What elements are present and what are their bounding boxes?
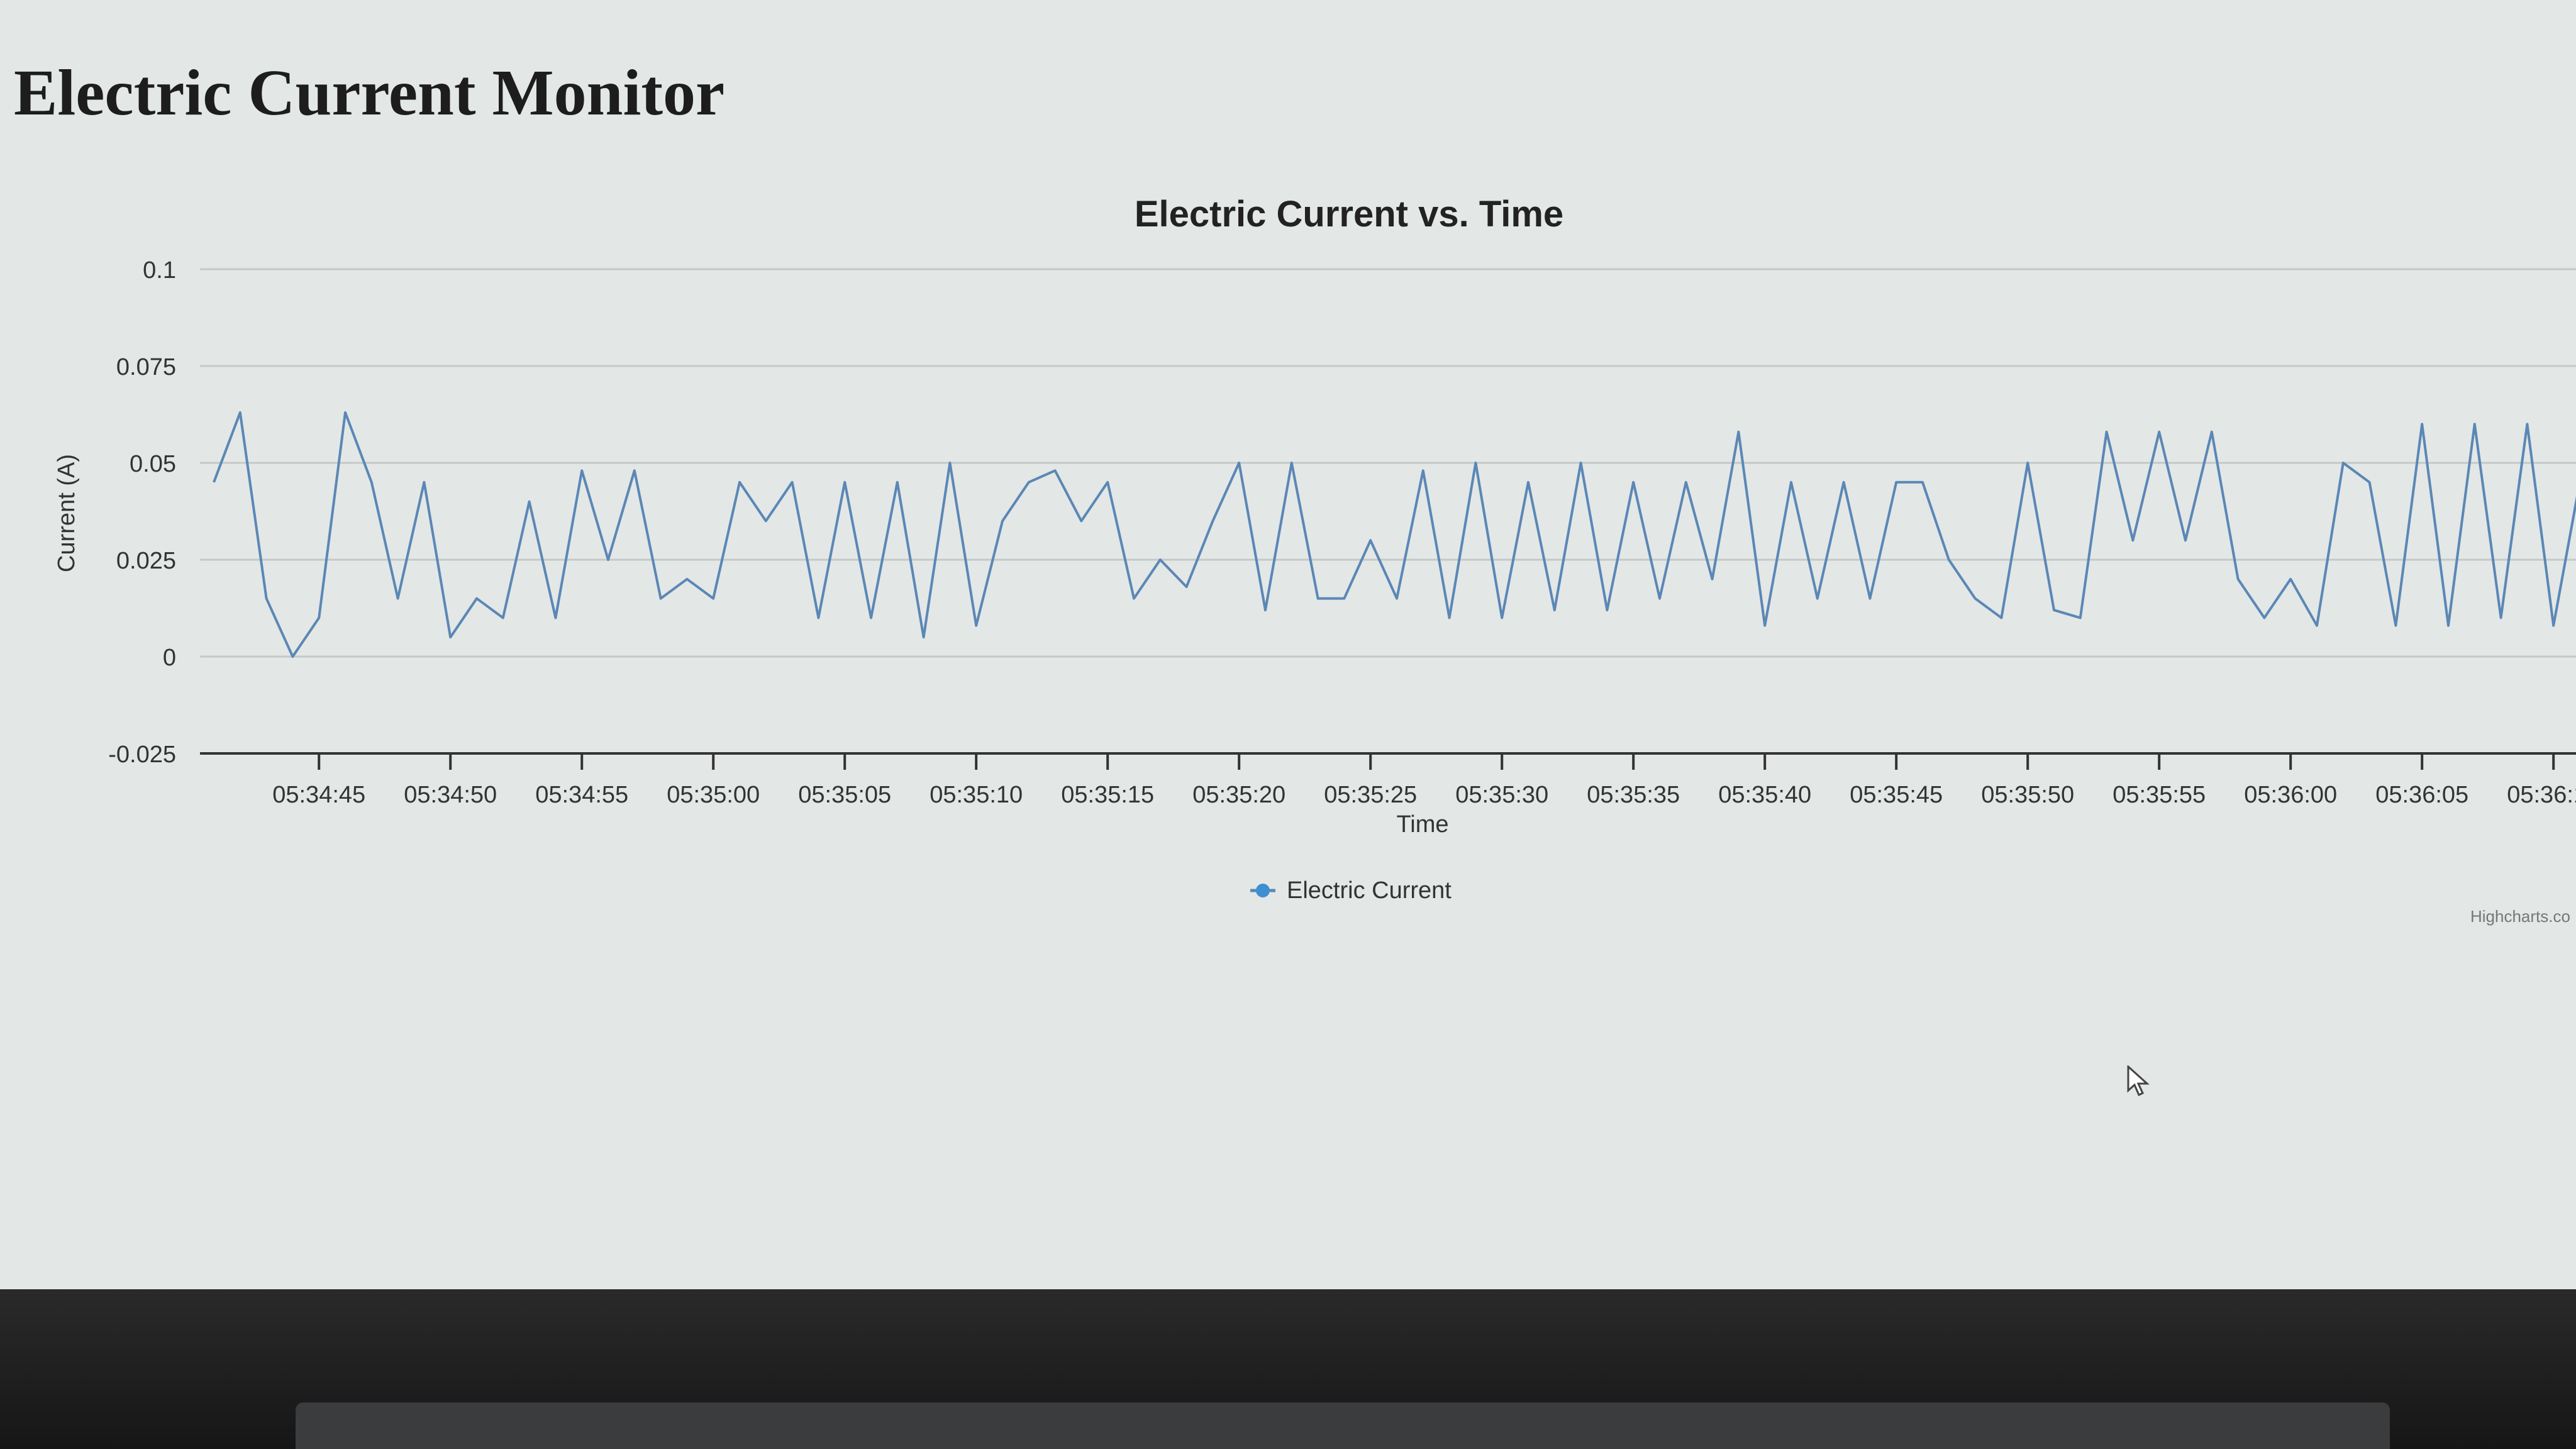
- y-axis-ticks: -0.025 0 0.025 0.05 0.075 0.1: [108, 257, 176, 768]
- x-tick-label: 05:34:50: [404, 782, 497, 808]
- x-tick-label: 05:36:00: [2244, 782, 2337, 808]
- x-tick-label: 05:35:20: [1192, 782, 1285, 808]
- x-tick-label: 05:35:25: [1324, 782, 1417, 808]
- x-tick-label: 05:34:45: [272, 782, 365, 808]
- y-axis-title: Current (A): [53, 454, 80, 572]
- y-tick-label: 0: [163, 645, 176, 671]
- y-tick-label: 0.025: [116, 548, 176, 574]
- y-tick-label: 0.1: [143, 257, 176, 284]
- series-electric-current[interactable]: [213, 411, 2576, 658]
- legend-marker: [1256, 884, 1270, 897]
- x-tick-label: 05:36:10: [2507, 782, 2576, 808]
- y-tick-label: 0.075: [116, 354, 176, 380]
- x-tick-label: 05:35:55: [2112, 782, 2206, 808]
- x-tick-label: 05:35:45: [1850, 782, 1943, 808]
- x-tick-label: 05:36:05: [2375, 782, 2468, 808]
- line-chart: Electric Current vs. Time -0.025 0 0.025 0.…: [53, 194, 2576, 926]
- y-tick-label: -0.025: [108, 741, 176, 768]
- x-axis: 05:34:45 05:34:50 05:34:55 05:35:00 05:35:05…: [272, 753, 2576, 808]
- x-tick-label: 05:35:50: [1981, 782, 2074, 808]
- x-tick-label: 05:35:00: [667, 782, 760, 808]
- x-tick-label: 05:35:15: [1061, 782, 1154, 808]
- keyboard-edge: [296, 1402, 2390, 1449]
- x-tick-label: 05:35:40: [1718, 782, 1811, 808]
- legend-item-electric-current[interactable]: Electric Current: [1287, 877, 1452, 904]
- grid-lines: [200, 268, 2576, 755]
- x-tick-label: 05:35:05: [798, 782, 891, 808]
- x-tick-label: 05:35:10: [930, 782, 1023, 808]
- x-axis-title: Time: [1396, 811, 1448, 838]
- series-line: [213, 411, 2576, 658]
- x-tick-label: 05:35:30: [1455, 782, 1548, 808]
- y-tick-label: 0.05: [130, 451, 176, 477]
- legend[interactable]: Electric Current: [1250, 877, 1452, 904]
- screen: Electric Current Monitor Electric Curren…: [0, 0, 2576, 1289]
- chart-title: Electric Current vs. Time: [1135, 194, 1563, 235]
- x-tick-label: 05:35:35: [1587, 782, 1680, 808]
- mouse-cursor-icon: [2127, 1065, 2150, 1097]
- x-tick-label: 05:34:55: [535, 782, 628, 808]
- credits-link[interactable]: Highcharts.co: [2470, 907, 2570, 926]
